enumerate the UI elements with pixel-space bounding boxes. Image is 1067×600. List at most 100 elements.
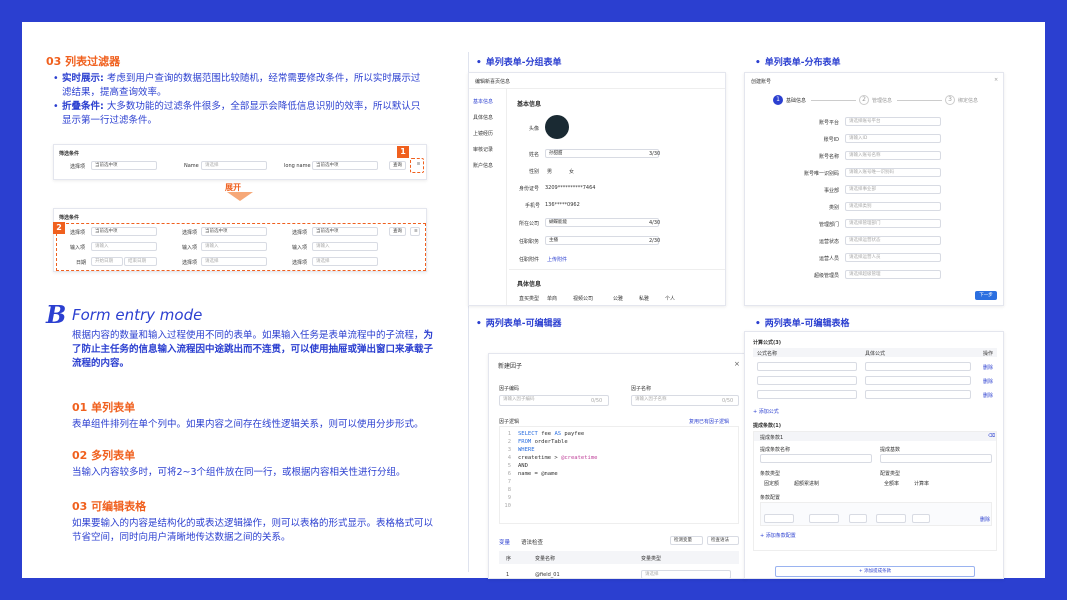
- section-title: 提成条款(1): [753, 423, 782, 429]
- filter-label: Name: [184, 163, 199, 169]
- filter-input[interactable]: 请输入: [201, 242, 267, 251]
- upload-link[interactable]: 上传附件: [547, 256, 567, 263]
- panel-header: 编辑新喜页信息: [469, 73, 725, 89]
- radio-option[interactable]: 全额率: [884, 480, 899, 487]
- step-3-icon: 3: [945, 95, 955, 105]
- date-end[interactable]: 结束日期: [124, 257, 157, 266]
- field-input[interactable]: 请输入账号唯一识别码: [845, 168, 941, 177]
- step-line: [811, 100, 856, 101]
- delete-link[interactable]: 删除: [983, 378, 993, 385]
- delete-link[interactable]: 删除: [983, 364, 993, 371]
- config-select[interactable]: [764, 514, 794, 523]
- filter-select[interactable]: 当前选中项: [312, 227, 378, 236]
- config-input[interactable]: [809, 514, 839, 523]
- filter-label: 选择项: [292, 260, 308, 266]
- field-input[interactable]: 请选择账号平台: [845, 117, 941, 126]
- name-input[interactable]: 孙甜甜: [545, 149, 659, 158]
- radio-option[interactable]: 视频公司: [573, 295, 593, 302]
- panel-header: 新建因子: [498, 363, 523, 370]
- company-input[interactable]: 蝴蝶能能: [545, 218, 659, 227]
- nav-item[interactable]: 上镜经历: [473, 130, 493, 137]
- clause-name-input[interactable]: [760, 454, 872, 463]
- filter-input[interactable]: 请输入: [91, 242, 157, 251]
- query-button[interactable]: 查询: [389, 227, 406, 236]
- add-config-link[interactable]: + 添加条款配置: [760, 532, 796, 539]
- config-select[interactable]: [849, 514, 867, 523]
- add-formula-link[interactable]: + 添加公式: [753, 408, 779, 415]
- field-input[interactable]: 请输入ID: [845, 134, 941, 143]
- filter-select[interactable]: 当前选中项: [201, 227, 267, 236]
- query-button[interactable]: 查询: [389, 161, 406, 170]
- radio-male[interactable]: 男: [547, 168, 552, 175]
- expand-icon[interactable]: ≡: [410, 158, 424, 173]
- code-editor[interactable]: 1 2 3 4 5 6 7 8 9 10 SELECT fee AS payfee FROM or…: [499, 426, 739, 524]
- base-select[interactable]: [880, 454, 992, 463]
- delete-link[interactable]: 删除: [983, 392, 993, 399]
- radio-option[interactable]: 公雅: [613, 295, 623, 302]
- filter-select[interactable]: 请选择: [312, 257, 378, 266]
- filter-input[interactable]: 请输入: [312, 242, 378, 251]
- config-input[interactable]: [876, 514, 906, 523]
- marker-2: 2: [53, 222, 65, 234]
- radio-female[interactable]: 女: [569, 168, 574, 175]
- type-select[interactable]: 请选择: [641, 570, 731, 578]
- check-variables-button[interactable]: 检测变量: [670, 536, 703, 545]
- radio-option[interactable]: 单商: [547, 295, 557, 302]
- formula-input[interactable]: [757, 390, 857, 399]
- group-title: 基本信息: [517, 101, 542, 108]
- field-input[interactable]: 请选择运营人员: [845, 253, 941, 262]
- delete-link[interactable]: 删除: [980, 516, 990, 523]
- nav-item[interactable]: 账户信息: [473, 162, 493, 169]
- field-input[interactable]: 请输入账号名称: [845, 151, 941, 160]
- field-label: 性别: [529, 169, 540, 175]
- check-syntax-button[interactable]: 检查语法: [707, 536, 739, 545]
- field-label: 提成基数: [880, 447, 901, 453]
- item-text-table: 如果要输入的内容是结构化的或表达逻辑操作，则可以表格的形式显示。表格格式可以节省…: [72, 518, 434, 543]
- add-clause-button[interactable]: + 添加提成条款: [775, 566, 975, 577]
- date-start[interactable]: 开始日期: [91, 257, 123, 266]
- field-input[interactable]: 请选择类别: [845, 202, 941, 211]
- filter-select[interactable]: 请选择: [201, 257, 267, 266]
- collapse-icon[interactable]: ≡: [410, 227, 420, 236]
- field-input[interactable]: 请选择运营状态: [845, 236, 941, 245]
- filter-select[interactable]: 当前选中项: [312, 161, 378, 170]
- field-input[interactable]: 请选择超级管理: [845, 270, 941, 279]
- nav-item[interactable]: 基本信息: [473, 98, 493, 105]
- formula-input[interactable]: [865, 362, 971, 371]
- code-token: payfee: [564, 431, 585, 437]
- close-icon[interactable]: ×: [734, 360, 740, 368]
- field-input[interactable]: 请选择事业部: [845, 185, 941, 194]
- radio-option[interactable]: 固定额: [764, 480, 779, 487]
- trash-icon[interactable]: ⌫: [988, 433, 995, 439]
- char-count: 2/30: [649, 238, 661, 244]
- radio-option[interactable]: 私雅: [639, 295, 649, 302]
- field-label: 账号唯一识别码: [803, 171, 839, 177]
- filter-select[interactable]: 当前选中项: [91, 161, 157, 170]
- formula-input[interactable]: [757, 376, 857, 385]
- bullet-text: 大多数功能的过滤条件很多，全部显示会降低信息识别的效率，所以默认只显示第一行过滤…: [62, 101, 421, 126]
- close-icon[interactable]: ×: [994, 77, 998, 83]
- nav-item[interactable]: 具体信息: [473, 114, 493, 121]
- section-title: 计算公式(3): [753, 340, 782, 346]
- tab-syntax[interactable]: 语法检查: [521, 538, 543, 546]
- formula-input[interactable]: [757, 362, 857, 371]
- filter-select[interactable]: 请选择: [201, 161, 267, 170]
- arrow-down-icon: [227, 192, 253, 201]
- config-select[interactable]: [912, 514, 930, 523]
- nav-item[interactable]: 审核记录: [473, 146, 493, 153]
- bullet-realtime: • 实时展示: 考虑到用户查询的数据范围比较随机，经常需要修改条件，所以实时展示过…: [53, 73, 421, 98]
- marker-1: 1: [397, 146, 409, 158]
- field-input[interactable]: 请选择管理部门: [845, 219, 941, 228]
- position-input[interactable]: 主播: [545, 236, 659, 245]
- avatar[interactable]: [545, 115, 569, 139]
- formula-input[interactable]: [865, 376, 971, 385]
- radio-option[interactable]: 计算率: [914, 480, 929, 487]
- kw: WHERE: [518, 447, 535, 453]
- reuse-link[interactable]: 复用已有因子逻辑: [689, 418, 729, 425]
- filter-select[interactable]: 当前选中项: [91, 227, 157, 236]
- formula-input[interactable]: [865, 390, 971, 399]
- radio-option[interactable]: 超额累进制: [794, 480, 819, 487]
- next-button[interactable]: 下一步: [975, 291, 997, 300]
- tab-variables[interactable]: 变量: [499, 538, 510, 546]
- radio-option[interactable]: 个人: [665, 295, 675, 302]
